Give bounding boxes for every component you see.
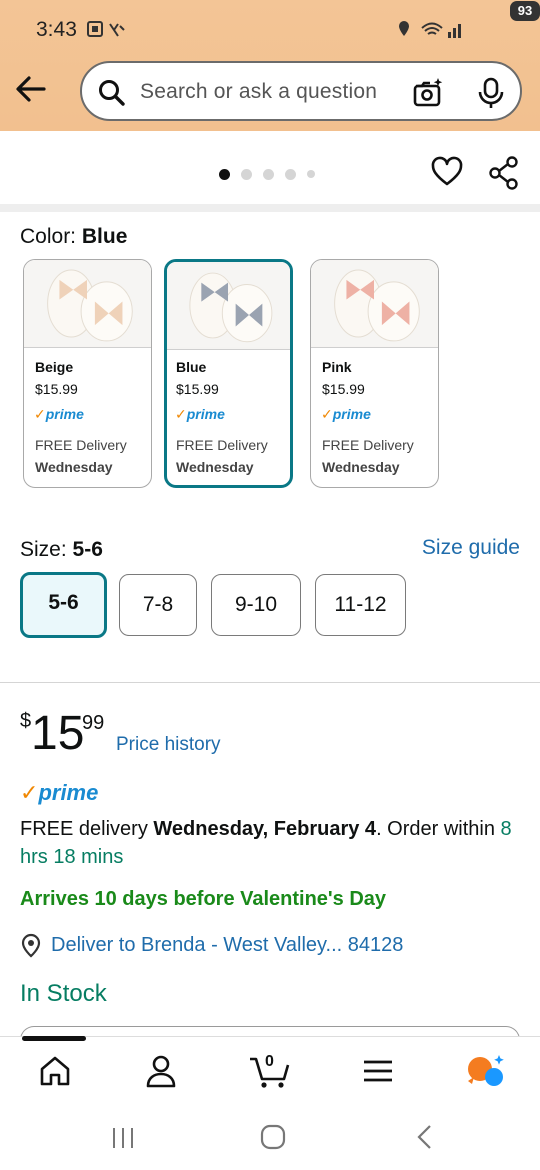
system-navigation-bar bbox=[0, 1106, 540, 1170]
prime-badge: ✓prime bbox=[34, 406, 84, 422]
size-guide-link[interactable]: Size guide bbox=[422, 536, 520, 560]
carousel-dot[interactable] bbox=[307, 170, 315, 178]
product-thumbnail bbox=[311, 260, 438, 348]
carousel-dot[interactable] bbox=[219, 168, 230, 180]
rufus-icon[interactable] bbox=[466, 1053, 506, 1089]
menu-icon[interactable] bbox=[358, 1053, 398, 1089]
microphone-icon[interactable] bbox=[478, 77, 504, 109]
status-time: 3:43 bbox=[36, 18, 77, 41]
cart-icon bbox=[250, 1057, 290, 1088]
size-label-text: Size: bbox=[20, 538, 67, 561]
price-fraction: 99 bbox=[82, 712, 105, 734]
swatch-price: $15.99 bbox=[176, 381, 219, 397]
home-icon[interactable] bbox=[35, 1053, 75, 1089]
prime-badge: ✓prime bbox=[175, 406, 225, 422]
color-label: Color: Blue bbox=[20, 225, 127, 249]
app-header: 3:43 93 Search or ask a question bbox=[0, 0, 540, 131]
size-selected-value: 5-6 bbox=[72, 538, 103, 561]
size-option-11-12[interactable]: 11-12 bbox=[315, 574, 406, 636]
battery-indicator: 93 bbox=[510, 1, 540, 21]
stock-status: In Stock bbox=[20, 980, 107, 1007]
promo-message: Arrives 10 days before Valentine's Day bbox=[20, 888, 387, 910]
color-swatch-pink[interactable]: Pink $15.99 ✓prime FREE Delivery Wednesd… bbox=[310, 259, 439, 488]
price-whole: 15 bbox=[31, 707, 85, 760]
bottom-navigation: 0 bbox=[0, 1036, 540, 1106]
swatch-name: Pink bbox=[322, 359, 352, 375]
carousel-dot[interactable] bbox=[285, 168, 296, 180]
color-label-text: Color: bbox=[20, 225, 77, 248]
active-tab-indicator bbox=[22, 1036, 86, 1041]
prime-badge: ✓prime bbox=[321, 406, 371, 422]
price-symbol: $ bbox=[20, 710, 32, 732]
size-option-7-8[interactable]: 7-8 bbox=[119, 574, 197, 636]
cart-button[interactable]: 0 bbox=[248, 1053, 292, 1089]
image-carousel-dots bbox=[219, 168, 315, 180]
swatch-delivery: FREE Delivery Wednesday bbox=[322, 437, 414, 475]
size-option-9-10[interactable]: 9-10 bbox=[211, 574, 301, 636]
swatch-name: Blue bbox=[176, 359, 207, 375]
swatch-price: $15.99 bbox=[35, 381, 78, 397]
search-input[interactable]: Search or ask a question bbox=[140, 80, 377, 104]
carousel-dot[interactable] bbox=[241, 168, 252, 180]
status-bar: 3:43 93 bbox=[0, 0, 540, 60]
back-system-icon[interactable] bbox=[410, 1122, 440, 1152]
size-label: Size: 5-6 bbox=[20, 538, 103, 562]
recent-apps-icon[interactable] bbox=[108, 1122, 138, 1152]
search-bar[interactable]: Search or ask a question bbox=[80, 61, 522, 121]
account-icon[interactable] bbox=[141, 1053, 181, 1089]
swatch-name: Beige bbox=[35, 359, 74, 375]
camera-search-icon[interactable] bbox=[412, 77, 444, 109]
size-option-5-6[interactable]: 5-6 bbox=[20, 572, 107, 638]
share-icon[interactable] bbox=[488, 156, 520, 190]
color-swatch-beige[interactable]: Beige $15.99 ✓prime FREE Delivery Wednes… bbox=[23, 259, 152, 488]
back-arrow-icon[interactable] bbox=[14, 74, 48, 104]
section-divider bbox=[0, 204, 540, 212]
status-notification-icons bbox=[87, 21, 125, 37]
price-history-link[interactable]: Price history bbox=[116, 734, 221, 756]
heart-icon[interactable] bbox=[431, 156, 463, 188]
delivery-message: FREE delivery Wednesday, February 4. Ord… bbox=[20, 818, 512, 868]
color-swatch-blue[interactable]: Blue $15.99 ✓prime FREE Delivery Wednesd… bbox=[164, 259, 293, 488]
prime-badge: ✓prime bbox=[20, 780, 99, 805]
home-system-icon[interactable] bbox=[258, 1122, 288, 1152]
swatch-delivery: FREE Delivery Wednesday bbox=[176, 437, 268, 475]
swatch-price: $15.99 bbox=[322, 381, 365, 397]
color-selected-value: Blue bbox=[81, 225, 128, 248]
status-signal-icons bbox=[399, 21, 461, 38]
section-divider bbox=[0, 682, 540, 683]
swatch-delivery: FREE Delivery Wednesday bbox=[35, 437, 127, 475]
deliver-to-link[interactable]: Deliver to Brenda - West Valley... 84128 bbox=[51, 934, 403, 957]
product-thumbnail bbox=[24, 260, 151, 348]
product-thumbnail bbox=[167, 262, 290, 350]
location-pin-icon bbox=[21, 933, 41, 958]
search-icon bbox=[99, 80, 125, 106]
carousel-dot[interactable] bbox=[263, 168, 274, 180]
